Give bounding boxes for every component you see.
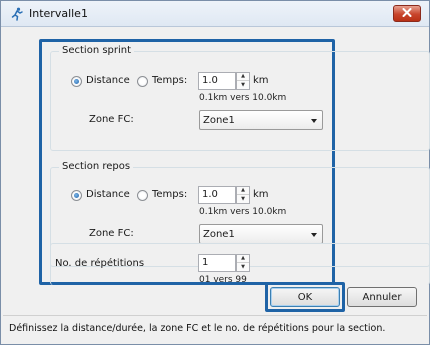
chevron-down-icon [311, 233, 317, 237]
rest-time-label: Temps: [152, 189, 188, 200]
spin-down-icon[interactable]: ▼ [237, 195, 249, 203]
sprint-time-radio[interactable] [137, 76, 148, 87]
rest-distance-radio[interactable] [71, 190, 82, 201]
window-title: Intervalle1 [29, 7, 88, 20]
sprint-zone-value: Zone1 [203, 115, 235, 126]
rest-distance-spinner[interactable]: ▲ ▼ [236, 186, 250, 204]
sprint-section-group: Section sprint Distance Temps: 1.0 ▲ ▼ k… [50, 45, 430, 151]
rest-zone-label: Zone FC: [89, 228, 134, 239]
sprint-unit: km [253, 75, 269, 86]
sprint-zone-label: Zone FC: [89, 114, 134, 125]
spin-up-icon[interactable]: ▲ [237, 187, 249, 195]
spin-up-icon[interactable]: ▲ [237, 255, 249, 263]
spin-up-icon[interactable]: ▲ [237, 73, 249, 81]
rest-zone-select[interactable]: Zone1 [199, 224, 323, 244]
sprint-distance-spinner[interactable]: ▲ ▼ [236, 72, 250, 90]
spin-down-icon[interactable]: ▼ [237, 263, 249, 271]
cancel-button[interactable]: Annuler [347, 287, 417, 307]
sprint-zone-select[interactable]: Zone1 [199, 110, 323, 130]
settings-highlight-frame: Section sprint Distance Temps: 1.0 ▲ ▼ k… [39, 39, 430, 285]
spin-down-icon[interactable]: ▼ [237, 81, 249, 89]
rest-time-radio[interactable] [137, 190, 148, 201]
status-text: Définissez la distance/durée, la zone FC… [9, 323, 386, 334]
repetitions-group: No. de répétitions 1 ▲ ▼ 01 vers 99 [50, 243, 430, 285]
dialog-body: Section sprint Distance Temps: 1.0 ▲ ▼ k… [3, 28, 430, 342]
rest-zone-value: Zone1 [203, 229, 235, 240]
repetitions-label: No. de répétitions [55, 258, 145, 269]
sprint-time-label: Temps: [152, 75, 188, 86]
rest-distance-input[interactable]: 1.0 [198, 186, 236, 204]
sprint-distance-label: Distance [86, 75, 130, 86]
rest-unit: km [253, 189, 269, 200]
sprint-section-title: Section sprint [59, 45, 135, 56]
repetitions-range-hint: 01 vers 99 [199, 275, 247, 285]
rest-section-title: Section repos [59, 161, 134, 172]
title-bar[interactable]: Intervalle1 [1, 1, 429, 27]
close-icon [402, 7, 412, 20]
sprint-distance-radio[interactable] [71, 76, 82, 87]
dialog-window: Intervalle1 Section sprint Distance Temp… [0, 0, 430, 345]
close-button[interactable] [393, 5, 421, 22]
sprint-distance-input[interactable]: 1.0 [198, 72, 236, 90]
rest-range-hint: 0.1km vers 10.0km [199, 207, 287, 217]
repetitions-spinner[interactable]: ▲ ▼ [236, 254, 250, 272]
status-divider [3, 315, 427, 316]
sprint-range-hint: 0.1km vers 10.0km [199, 93, 287, 103]
chevron-down-icon [311, 119, 317, 123]
ok-button[interactable]: OK [270, 287, 340, 307]
runner-icon [9, 6, 25, 22]
rest-distance-label: Distance [86, 189, 130, 200]
repetitions-input[interactable]: 1 [198, 254, 236, 272]
